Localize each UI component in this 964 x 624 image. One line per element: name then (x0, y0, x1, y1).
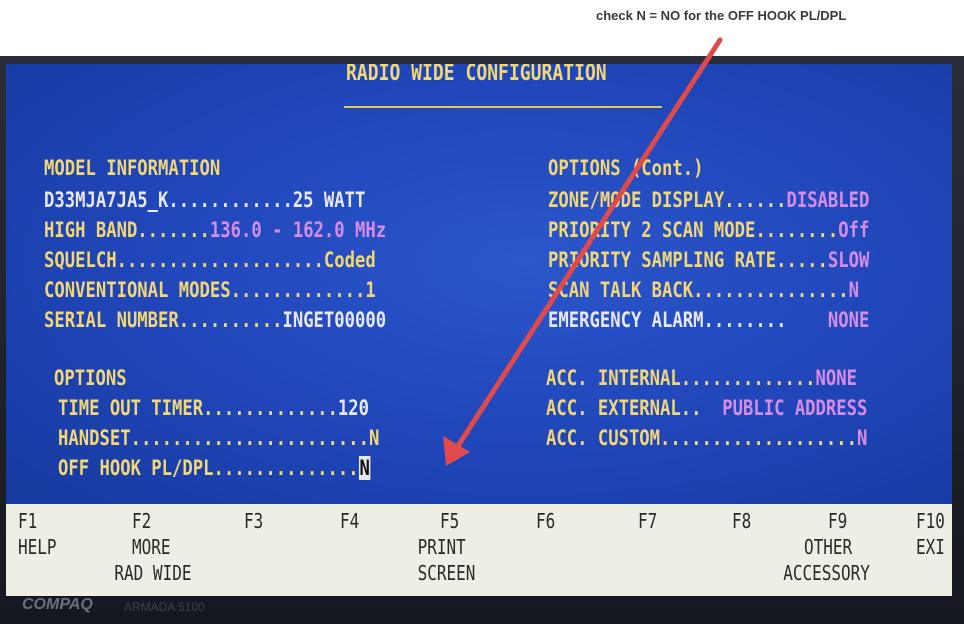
f9-key[interactable]: F9 OTHER ACCESSORY (783, 508, 870, 586)
acc-external-row[interactable]: ACC. EXTERNAL.. PUBLIC ADDRESS (546, 396, 867, 420)
zone-mode-row[interactable]: ZONE/MODE DISPLAY......DISABLED (548, 188, 869, 212)
laptop-model-mark: ARMADA 5100 (124, 600, 205, 614)
scan-talk-back-row[interactable]: SCAN TALK BACK...............N (548, 278, 859, 302)
screen-title: RADIO WIDE CONFIGURATION (346, 64, 607, 86)
f4-key[interactable]: F4 (340, 508, 359, 534)
compaq-logo: COMPAQ (22, 596, 93, 613)
f1-key[interactable]: F1 HELP (18, 508, 57, 560)
priority-scan-row[interactable]: PRIORITY 2 SCAN MODE........Off (548, 218, 869, 242)
acc-custom-row[interactable]: ACC. CUSTOM...................N (546, 426, 867, 450)
timeout-timer-row[interactable]: TIME OUT TIMER.............120 (58, 396, 369, 420)
priority-sampling-row[interactable]: PRIORITY SAMPLING RATE.....SLOW (548, 248, 869, 272)
function-key-bar: F1 HELP F2 MORE RAD WIDE F3 F4 F5 PRINT SCREE… (6, 504, 952, 596)
f10-key[interactable]: F10 EXI (916, 508, 945, 560)
terminal-screen: RADIO WIDE CONFIGURATION MODEL INFORMATI… (6, 64, 952, 504)
model-row: D33MJA7JA5_K............25 WATT (44, 188, 366, 212)
acc-internal-row[interactable]: ACC. INTERNAL.............NONE (546, 366, 857, 390)
conventional-modes-row: CONVENTIONAL MODES.............1 (44, 278, 376, 302)
emergency-alarm-row[interactable]: EMERGENCY ALARM........ NONE (548, 308, 869, 332)
off-hook-value-field[interactable]: N (358, 456, 371, 480)
options-heading: OPTIONS (54, 366, 127, 390)
squelch-row: SQUELCH....................Coded (44, 248, 376, 272)
options-cont-heading: OPTIONS (Cont.) (548, 156, 704, 180)
f6-key[interactable]: F6 (536, 508, 555, 534)
annotation-callout: check N = NO for the OFF HOOK PL/DPL (596, 8, 847, 23)
title-underline (344, 106, 662, 108)
f2-key[interactable]: F2 MORE RAD WIDE (114, 508, 191, 586)
f3-key[interactable]: F3 (244, 508, 263, 534)
handset-row[interactable]: HANDSET.......................N (58, 426, 379, 450)
band-row: HIGH BAND.......136.0 - 162.0 MHz (44, 218, 387, 242)
f7-key[interactable]: F7 (638, 508, 657, 534)
off-hook-row[interactable]: OFF HOOK PL/DPL..............N (58, 456, 371, 480)
model-info-heading: MODEL INFORMATION (44, 156, 221, 180)
serial-number-row: SERIAL NUMBER..........INGET00000 (44, 308, 387, 332)
f8-key[interactable]: F8 (732, 508, 751, 534)
f5-key[interactable]: F5 PRINT SCREEN (418, 508, 476, 586)
